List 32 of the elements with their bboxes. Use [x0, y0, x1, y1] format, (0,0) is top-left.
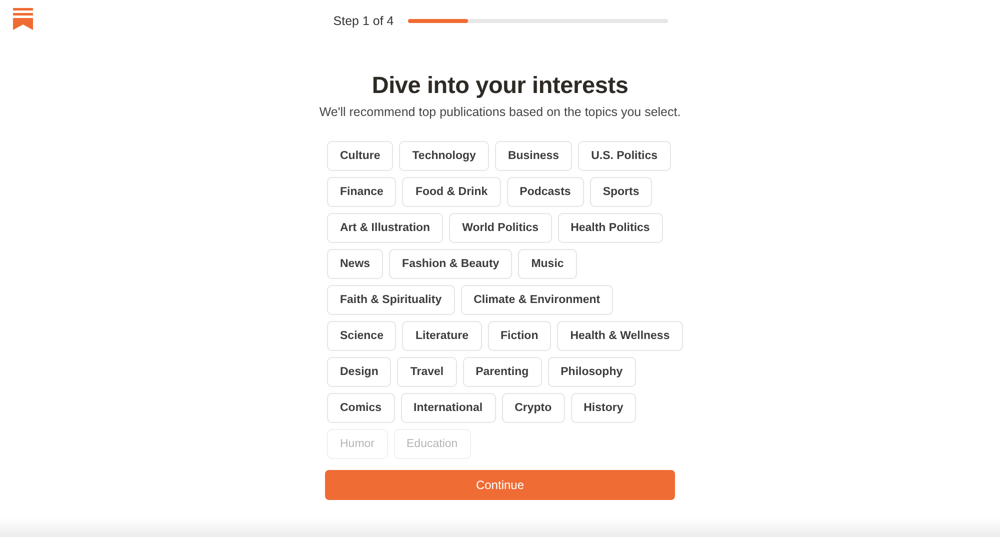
- topic-chip[interactable]: Finance: [327, 177, 396, 207]
- topic-chip[interactable]: Travel: [397, 357, 457, 387]
- topic-chip[interactable]: Fiction: [488, 321, 552, 351]
- topic-chip[interactable]: Fashion & Beauty: [389, 249, 512, 279]
- topic-chip[interactable]: History: [570, 393, 636, 423]
- topic-chip[interactable]: News: [327, 249, 384, 279]
- topic-chip[interactable]: Science: [327, 321, 396, 351]
- topic-chip[interactable]: Climate & Environment: [460, 285, 614, 315]
- topic-chip[interactable]: Podcasts: [506, 177, 584, 207]
- topic-chip[interactable]: Sports: [590, 177, 652, 207]
- logo-icon[interactable]: [13, 8, 33, 30]
- topic-chip[interactable]: Health Politics: [558, 213, 663, 243]
- topic-chip[interactable]: Music: [518, 249, 577, 279]
- topic-chip[interactable]: U.S. Politics: [578, 141, 671, 171]
- topic-chip[interactable]: Art & Illustration: [327, 213, 444, 243]
- topic-chip[interactable]: Faith & Spirituality: [327, 285, 455, 315]
- topic-chip[interactable]: Business: [494, 141, 572, 171]
- topic-chip[interactable]: Philosophy: [548, 357, 636, 387]
- topic-chip[interactable]: World Politics: [449, 213, 552, 243]
- page-title: Dive into your interests: [372, 72, 628, 99]
- topic-chip[interactable]: Design: [327, 357, 392, 387]
- topic-chip[interactable]: Technology: [399, 141, 489, 171]
- topic-chip[interactable]: Health & Wellness: [557, 321, 683, 351]
- step-label: Step 1 of 4: [333, 14, 394, 28]
- subtitle: We'll recommend top publications based on the topics you select.: [319, 105, 681, 119]
- topic-chip[interactable]: International: [400, 393, 496, 423]
- topic-chip[interactable]: Parenting: [462, 357, 542, 387]
- topic-chip[interactable]: Culture: [327, 141, 394, 171]
- topic-chip[interactable]: Food & Drink: [402, 177, 501, 207]
- topic-chip[interactable]: Comics: [327, 393, 395, 423]
- topic-chip[interactable]: Crypto: [502, 393, 565, 423]
- topic-chip[interactable]: Literature: [402, 321, 482, 351]
